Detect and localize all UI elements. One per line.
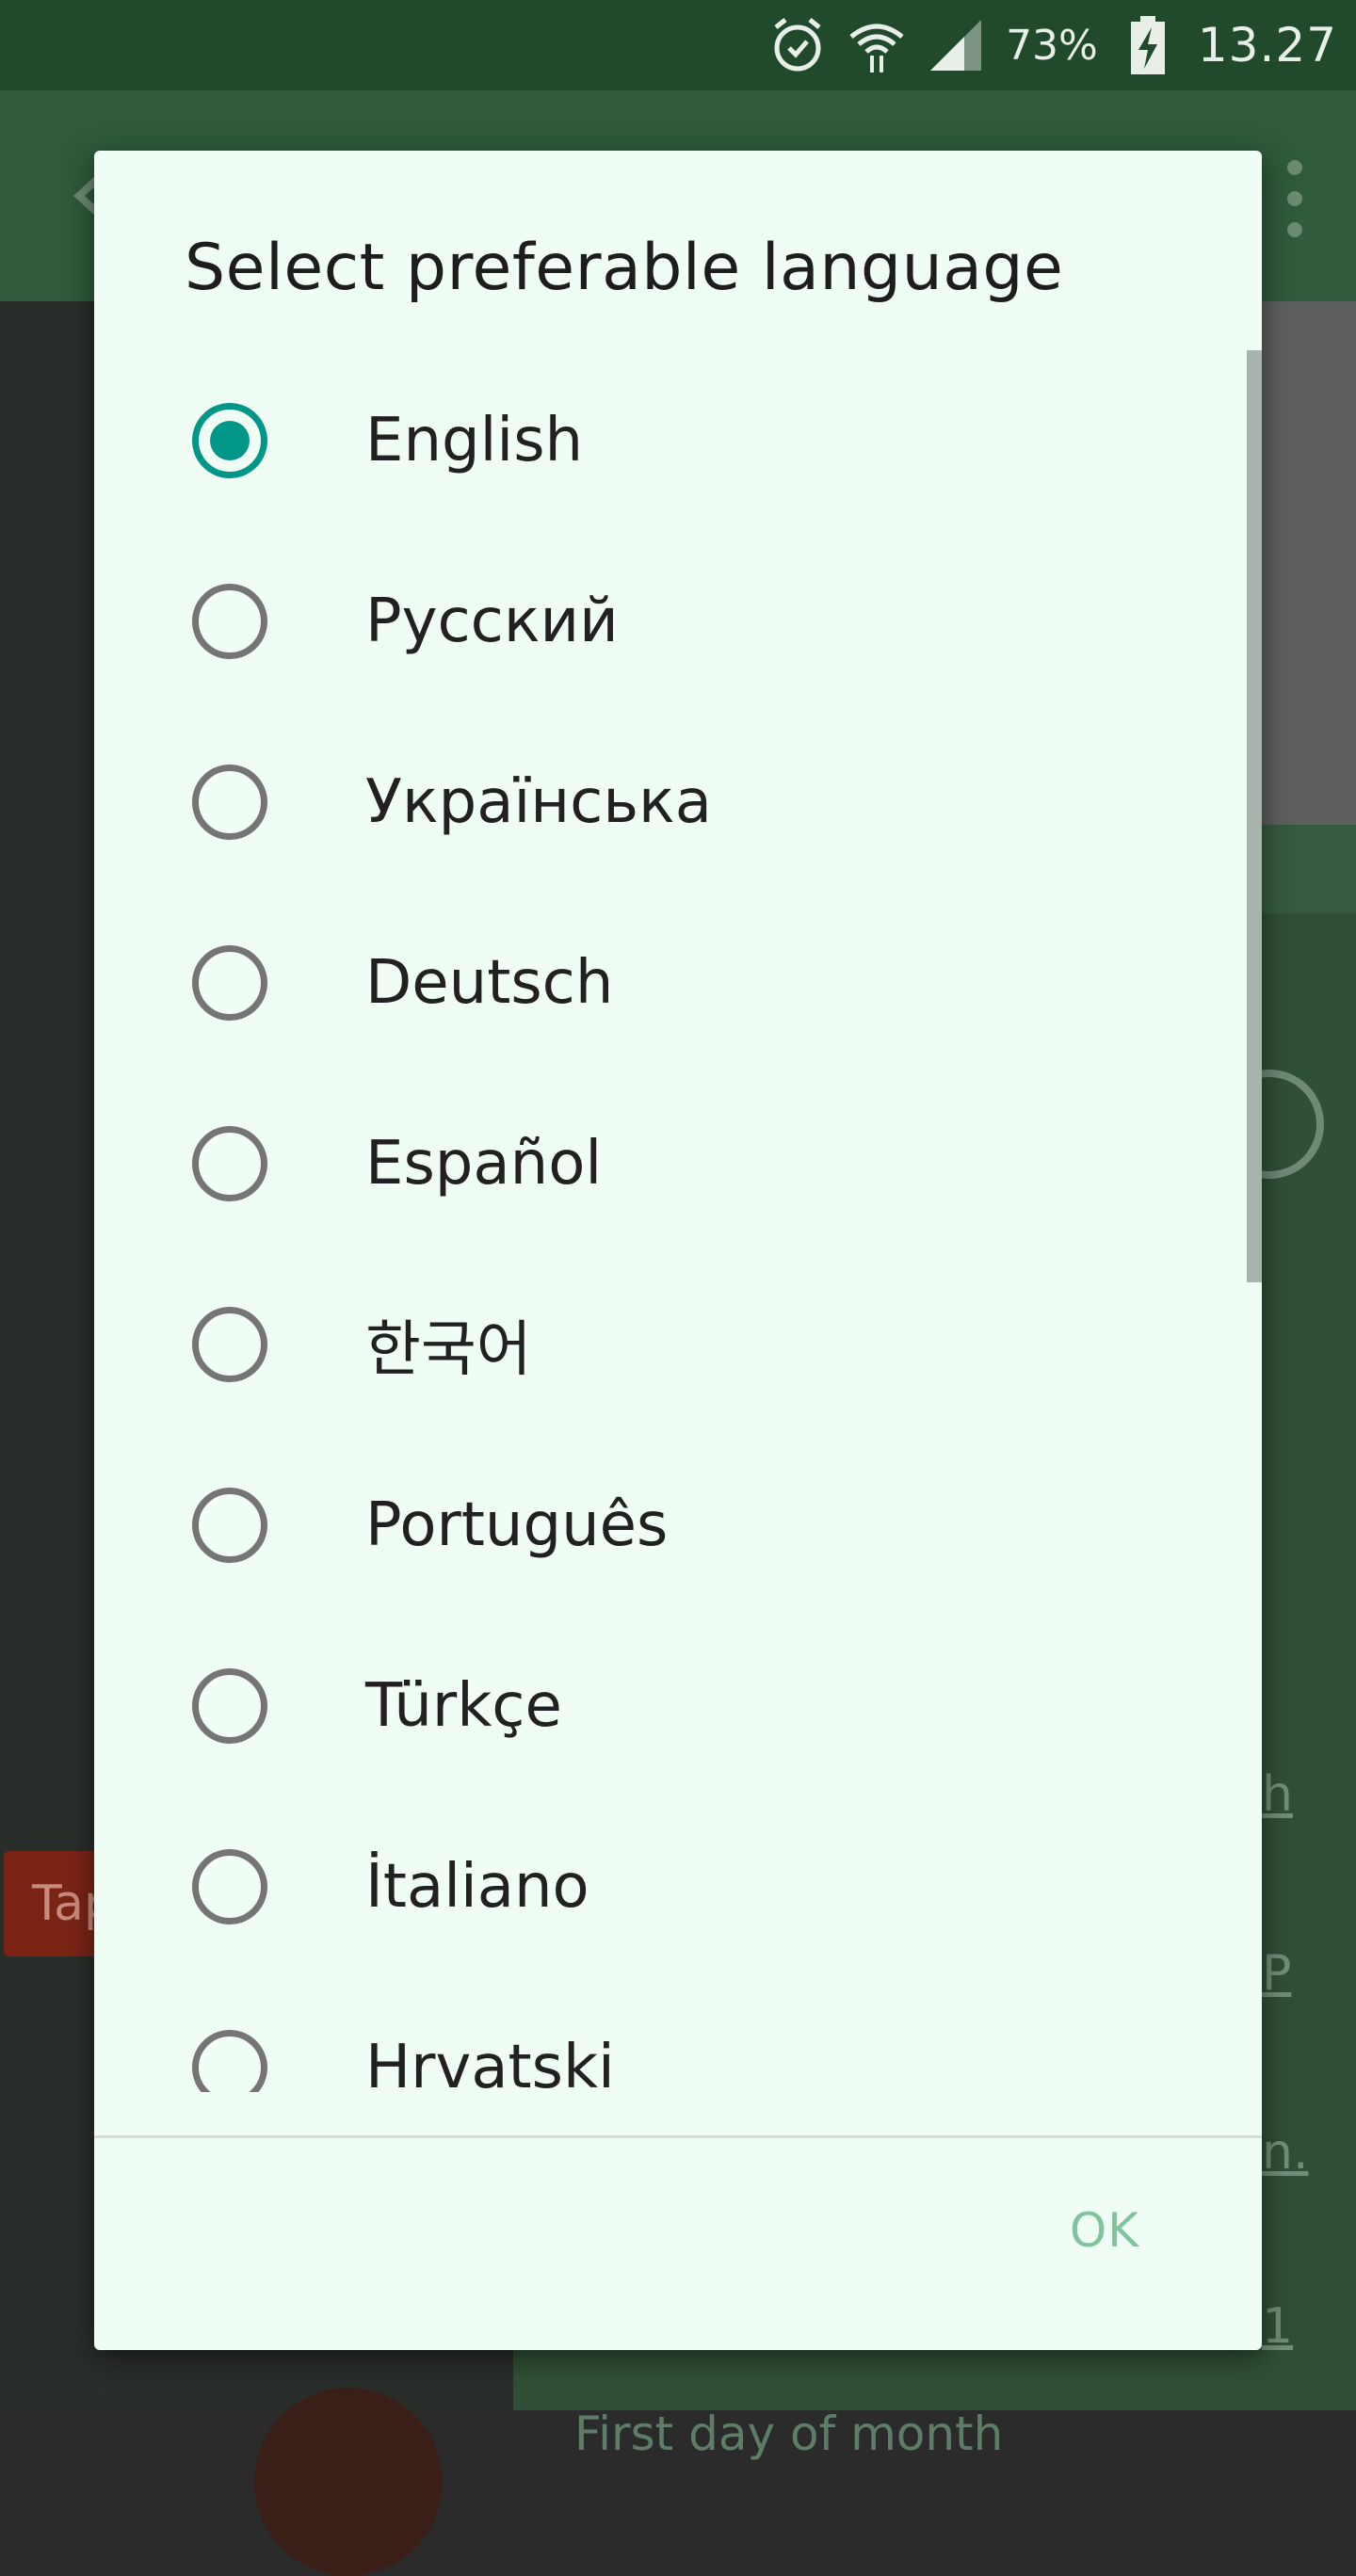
- radio-button[interactable]: [192, 945, 267, 1021]
- language-option-ukrainian[interactable]: Українська: [94, 712, 1224, 893]
- language-dialog: Select preferable language English Русск…: [94, 151, 1262, 2350]
- language-option-portuguese[interactable]: Português: [94, 1435, 1224, 1616]
- app-link: n.: [1262, 2124, 1309, 2181]
- overflow-menu-icon: [1281, 156, 1309, 241]
- radio-button[interactable]: [192, 1849, 267, 1924]
- wifi-icon: [848, 16, 906, 74]
- ok-button[interactable]: OK: [1070, 2203, 1139, 2258]
- option-label: 한국어: [365, 1315, 532, 1385]
- language-option-list[interactable]: English Русский Українська Deutsch Españ…: [94, 350, 1262, 2092]
- language-option-italian[interactable]: İtaliano: [94, 1796, 1224, 1977]
- option-label: Русский: [365, 587, 619, 656]
- language-option-german[interactable]: Deutsch: [94, 893, 1224, 1073]
- app-link: 1: [1262, 2298, 1294, 2355]
- option-label: İtaliano: [365, 1852, 589, 1922]
- language-option-turkish[interactable]: Türkçe: [94, 1616, 1224, 1796]
- dialog-divider: [94, 2135, 1262, 2138]
- language-option-russian[interactable]: Русский: [94, 531, 1224, 712]
- radio-button[interactable]: [192, 1488, 267, 1563]
- option-label: English: [365, 406, 584, 475]
- radio-button[interactable]: [192, 584, 267, 659]
- option-label: Hrvatski: [365, 2033, 615, 2092]
- radio-button[interactable]: [192, 765, 267, 840]
- language-option-english[interactable]: English: [94, 350, 1224, 531]
- radio-button[interactable]: [192, 403, 267, 478]
- battery-charging-icon: [1119, 16, 1177, 74]
- alarm-icon: [768, 16, 827, 74]
- option-label: Українська: [365, 767, 712, 837]
- option-label: Türkçe: [365, 1671, 562, 1741]
- battery-percent: 73%: [1006, 21, 1098, 70]
- dialog-title: Select preferable language: [185, 231, 1064, 305]
- radio-button[interactable]: [192, 1126, 267, 1201]
- language-option-spanish[interactable]: Español: [94, 1073, 1224, 1254]
- app-footer-label: First day of month: [574, 2407, 1004, 2461]
- option-label: Deutsch: [365, 948, 614, 1018]
- radio-button[interactable]: [192, 1668, 267, 1744]
- app-link: h: [1262, 1766, 1293, 1823]
- status-bar: 73% 13.27: [0, 0, 1356, 90]
- clock: 13.27: [1197, 18, 1337, 72]
- option-label: Español: [365, 1129, 603, 1199]
- app-avatar: [254, 2388, 443, 2576]
- radio-button[interactable]: [192, 1307, 267, 1382]
- signal-icon: [927, 16, 985, 74]
- language-option-croatian[interactable]: Hrvatski: [94, 1977, 1224, 2092]
- scrollbar-thumb[interactable]: [1247, 350, 1262, 1282]
- radio-button[interactable]: [192, 2030, 267, 2092]
- app-link: P: [1262, 1945, 1292, 2002]
- language-option-korean[interactable]: 한국어: [94, 1254, 1224, 1435]
- option-label: Português: [365, 1490, 669, 1560]
